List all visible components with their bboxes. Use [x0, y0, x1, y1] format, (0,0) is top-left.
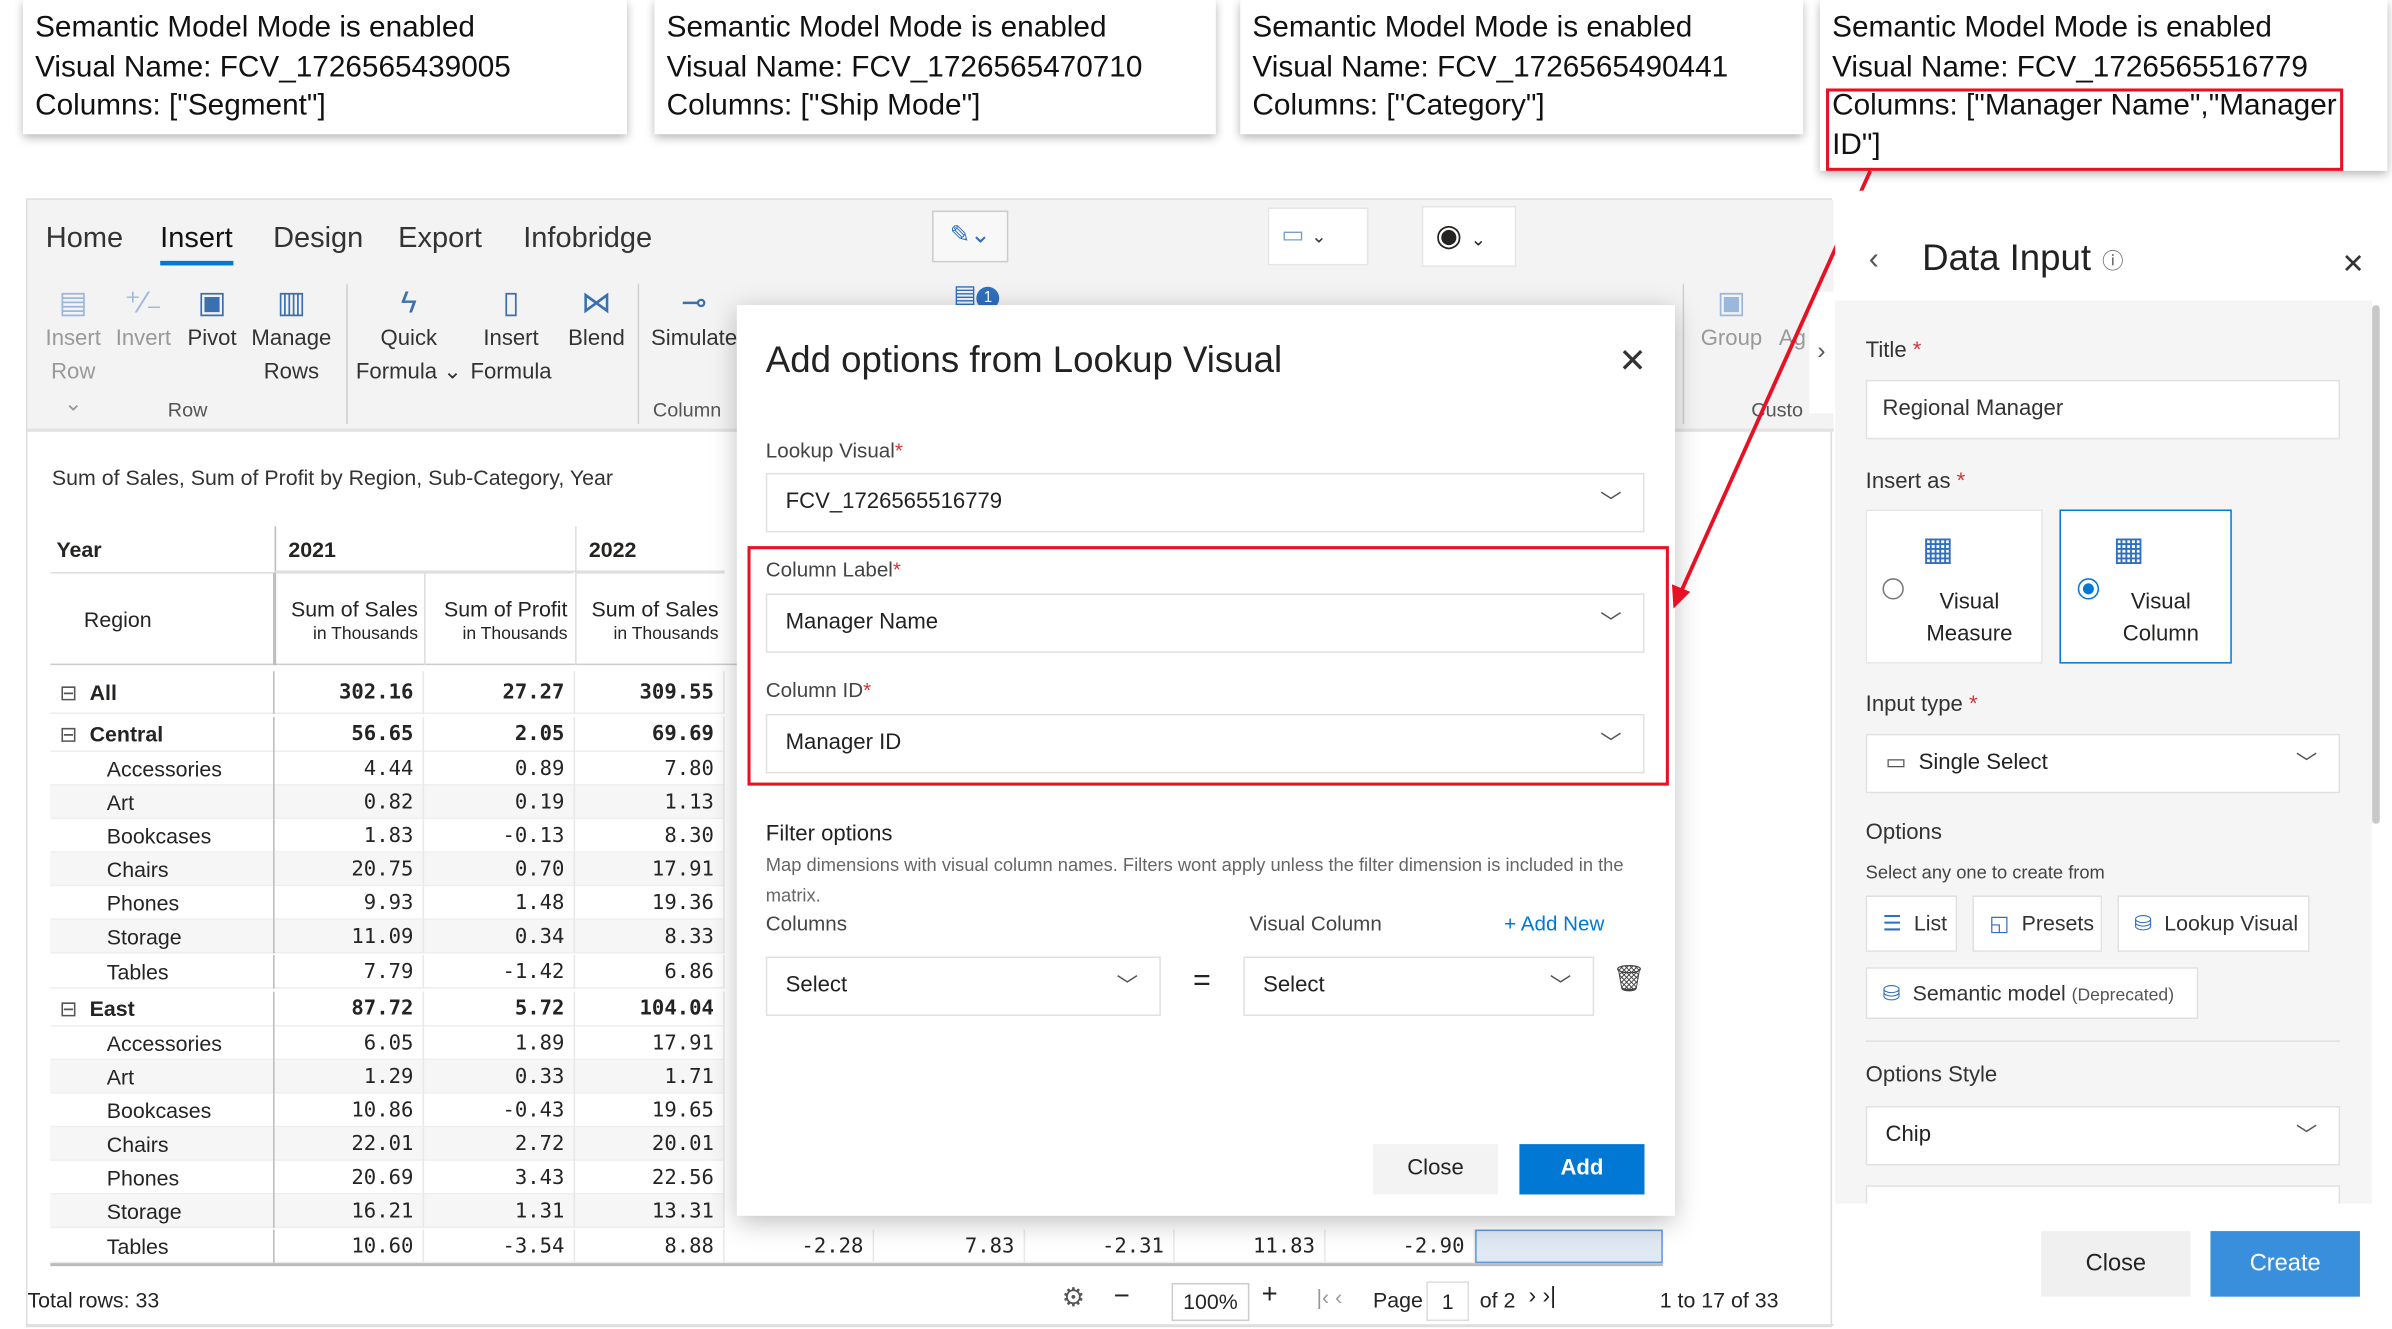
input-type-label: Input type: [1865, 692, 1963, 717]
semantic-model-option-button[interactable]: ⛁ Semantic model (Deprecated): [1865, 967, 2199, 1020]
title-input[interactable]: Regional Manager: [1865, 379, 2341, 440]
create-button[interactable]: Create: [2210, 1231, 2360, 1297]
options-hint: Select any one to create from: [1865, 861, 2105, 884]
presets-icon: ◱: [1989, 910, 2010, 936]
screen: Semantic Model Mode is enabled Visual Nam…: [0, 0, 2392, 1329]
input-type-value: Single Select: [1918, 750, 2048, 775]
visual-column-option[interactable]: ▦ Visual Column: [2059, 509, 2232, 664]
list-icon: ☰: [1882, 910, 1902, 936]
button-label: List: [1913, 910, 1948, 936]
database-icon: ⛁: [2134, 910, 2153, 936]
options-label: Options: [1865, 820, 1942, 846]
deprecated-tag: (Deprecated): [2071, 986, 2175, 1006]
button-label: Lookup Visual: [2164, 910, 2299, 936]
table-icon: ▦: [1922, 529, 1954, 568]
insert-as-label: Insert as: [1865, 469, 1951, 495]
input-type-select[interactable]: ▭ Single Select ﹀: [1865, 733, 2341, 794]
panel-close-button[interactable]: Close: [2041, 1231, 2191, 1297]
button-label: Semantic model: [1912, 980, 2066, 1006]
presets-option-button[interactable]: ◱ Presets: [1972, 895, 2103, 952]
options-style-label: Options Style: [1865, 1063, 1998, 1088]
panel-title: Data Input: [1922, 237, 2092, 280]
option-label: Column: [2122, 622, 2199, 647]
info-icon[interactable]: ⓘ: [2102, 246, 2123, 277]
visual-measure-option[interactable]: ▦ Visual Measure: [1865, 509, 2043, 664]
options-style-select[interactable]: Chip ﹀: [1865, 1105, 2341, 1166]
button-label: Presets: [2021, 910, 2095, 936]
data-input-panel: ‹ Data Input ⓘ ✕ Title * Regional Manage…: [1835, 190, 2392, 1329]
radio-visual-column[interactable]: [2077, 578, 2100, 600]
lookup-visual-option-button[interactable]: ⛁ Lookup Visual: [2117, 895, 2310, 952]
title-label: Title: [1865, 338, 1907, 364]
panel-scrollbar[interactable]: [2372, 305, 2380, 824]
options-style-value: Chip: [1885, 1122, 1932, 1148]
option-label: Measure: [1926, 622, 2013, 647]
table-column-icon: ▦: [2112, 529, 2145, 568]
panel-body: Title * Regional Manager Insert as * ▦ V…: [1835, 300, 2373, 1204]
single-select-icon: ▭: [1885, 750, 1907, 775]
back-icon[interactable]: ‹: [1869, 243, 1879, 278]
chevron-down-icon: ﹀: [2295, 1122, 2318, 1148]
radio-visual-measure[interactable]: [1882, 578, 1904, 600]
divider: [1865, 1040, 2341, 1042]
database-icon: ⛁: [1882, 980, 1901, 1006]
chevron-down-icon: ﹀: [2295, 750, 2318, 775]
close-icon[interactable]: ✕: [2342, 249, 2365, 281]
list-option-button[interactable]: ☰ List: [1865, 895, 1958, 952]
